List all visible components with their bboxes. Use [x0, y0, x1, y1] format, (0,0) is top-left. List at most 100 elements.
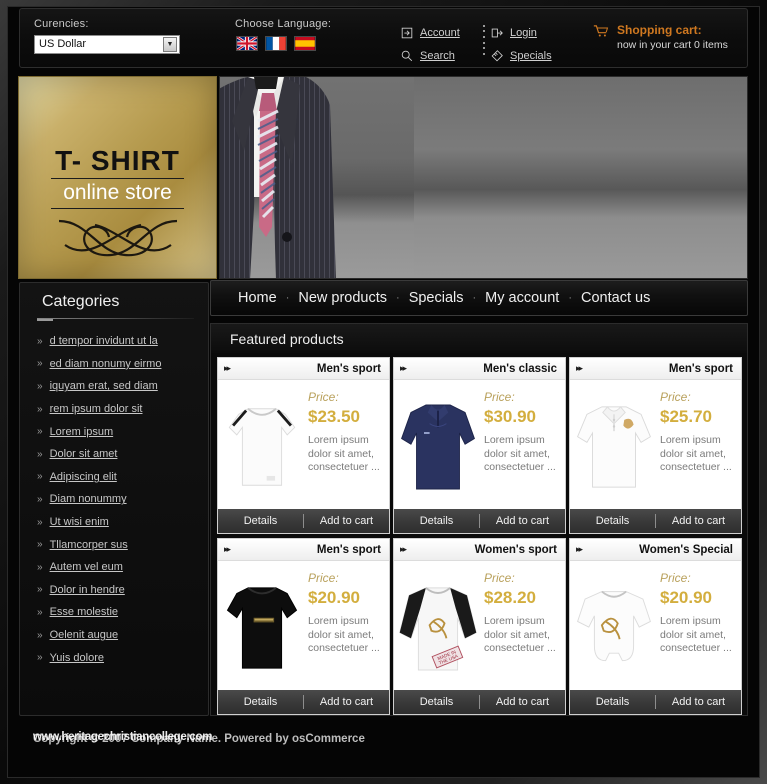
price-label: Price:	[308, 571, 339, 585]
category-item[interactable]: » Yuis dolore	[37, 646, 200, 669]
add-to-cart-button[interactable]: Add to cart	[304, 690, 389, 714]
category-item[interactable]: » d tempor invidunt ut la	[37, 330, 200, 353]
flag-spanish-icon[interactable]	[294, 36, 316, 51]
category-link[interactable]: Tllamcorper sus	[50, 539, 128, 551]
product-card-footer: Details Add to cart	[570, 509, 741, 533]
logo-divider-top	[51, 178, 184, 179]
category-link[interactable]: iquyam erat, sed diam	[50, 380, 158, 392]
chevron-right-icon: »	[37, 561, 43, 573]
add-to-cart-button[interactable]: Add to cart	[304, 509, 389, 533]
product-description: Lorem ipsum dolor sit amet, consectetuer…	[660, 615, 732, 655]
details-button[interactable]: Details	[218, 690, 303, 714]
category-item[interactable]: » Autem vel eum	[37, 556, 200, 579]
site-logo[interactable]: T- SHIRT online store	[18, 76, 217, 279]
category-link[interactable]: d tempor invidunt ut la	[50, 335, 158, 347]
category-item[interactable]: » Dolor sit amet	[37, 443, 200, 466]
category-link[interactable]: Ut wisi enim	[50, 516, 109, 528]
category-item[interactable]: » Lorem ipsum	[37, 420, 200, 443]
category-item[interactable]: » Tllamcorper sus	[37, 533, 200, 556]
product-info: Price: $23.50 Lorem ipsum dolor sit amet, …	[306, 384, 389, 509]
product-title: Men's sport	[316, 362, 381, 375]
login-link-row[interactable]: Login	[490, 21, 552, 44]
nav-item-specials[interactable]: Specials	[400, 290, 473, 306]
product-image[interactable]	[570, 565, 658, 690]
category-link[interactable]: Esse molestie	[50, 606, 118, 618]
product-image[interactable]	[218, 565, 306, 690]
flourish-ornament-icon	[58, 219, 178, 257]
logo-subtitle: online store	[63, 181, 172, 204]
category-item[interactable]: » Ut wisi enim	[37, 511, 200, 534]
category-item[interactable]: » Adipiscing elit	[37, 466, 200, 489]
specials-link[interactable]: Specials	[510, 50, 552, 62]
page-root: Curencies: US Dollar ▼ Choose Language:	[0, 0, 767, 784]
flag-english-icon[interactable]	[236, 36, 258, 51]
add-to-cart-button[interactable]: Add to cart	[656, 690, 741, 714]
sidebar-divider	[37, 318, 194, 319]
add-to-cart-button[interactable]: Add to cart	[480, 690, 565, 714]
add-to-cart-button[interactable]: Add to cart	[480, 509, 565, 533]
category-link[interactable]: Yuis dolore	[50, 652, 104, 664]
category-link[interactable]: Lorem ipsum	[50, 426, 114, 438]
flag-french-icon[interactable]	[265, 36, 287, 51]
product-card-header: ▸▸ Men's sport	[570, 358, 741, 380]
details-button[interactable]: Details	[394, 509, 479, 533]
price-label: Price:	[660, 571, 691, 585]
category-link[interactable]: ed diam nonumy eirmo	[50, 358, 162, 370]
details-button[interactable]: Details	[570, 509, 655, 533]
category-link[interactable]: Oelenit augue	[50, 629, 119, 641]
add-to-cart-button[interactable]: Add to cart	[656, 509, 741, 533]
nav-item-contact-us[interactable]: Contact us	[572, 290, 659, 306]
product-image[interactable]: MADE IN THE USA	[394, 565, 482, 690]
login-link[interactable]: Login	[510, 27, 537, 39]
product-image[interactable]	[570, 384, 658, 509]
double-arrow-icon: ▸▸	[400, 363, 407, 373]
product-card-header: ▸▸ Women's sport	[394, 539, 565, 561]
search-link[interactable]: Search	[420, 50, 455, 62]
category-item[interactable]: » iquyam erat, sed diam	[37, 375, 200, 398]
category-item[interactable]: » ed diam nonumy eirmo	[37, 353, 200, 376]
product-card-body: MADE IN THE USA Price: $28.20 Lorem ipsum do…	[394, 561, 565, 690]
details-button[interactable]: Details	[570, 690, 655, 714]
details-button[interactable]: Details	[218, 509, 303, 533]
category-link[interactable]: Diam nonummy	[50, 493, 127, 505]
details-button[interactable]: Details	[394, 690, 479, 714]
category-item[interactable]: » Dolor in hendre	[37, 579, 200, 602]
category-item[interactable]: » Diam nonummy	[37, 488, 200, 511]
category-item[interactable]: » Oelenit augue	[37, 624, 200, 647]
category-link[interactable]: Dolor in hendre	[50, 584, 125, 596]
chevron-right-icon: »	[37, 584, 43, 596]
account-link-row[interactable]: Account	[400, 21, 460, 44]
product-image[interactable]	[394, 384, 482, 509]
chevron-right-icon: »	[37, 380, 43, 392]
product-info: Price: $20.90 Lorem ipsum dolor sit amet, …	[306, 565, 389, 690]
product-card-header: ▸▸ Women's Special	[570, 539, 741, 561]
category-link[interactable]: Adipiscing elit	[50, 471, 117, 483]
product-image[interactable]	[218, 384, 306, 509]
category-link[interactable]: Dolor sit amet	[50, 448, 118, 460]
search-link-row[interactable]: Search	[400, 44, 460, 67]
product-card-body: Price: $23.50 Lorem ipsum dolor sit amet, …	[218, 380, 389, 509]
account-link[interactable]: Account	[420, 27, 460, 39]
category-link[interactable]: rem ipsum dolor sit	[50, 403, 143, 415]
product-title: Women's sport	[474, 543, 557, 556]
nav-item-new-products[interactable]: New products	[289, 290, 396, 306]
currency-select[interactable]: US Dollar	[34, 35, 180, 54]
product-card-body: Price: $20.90 Lorem ipsum dolor sit amet, …	[570, 561, 741, 690]
product-description: Lorem ipsum dolor sit amet, consectetuer…	[308, 434, 380, 474]
logo-title: T- SHIRT	[55, 145, 180, 176]
product-info: Price: $30.90 Lorem ipsum dolor sit amet, …	[482, 384, 565, 509]
category-item[interactable]: » rem ipsum dolor sit	[37, 398, 200, 421]
product-row: ▸▸ Men's sport Price: $23.50 Lorem ipsum dol…	[215, 353, 745, 534]
product-card-footer: Details Add to cart	[394, 690, 565, 714]
double-arrow-icon: ▸▸	[576, 363, 583, 373]
category-link[interactable]: Autem vel eum	[50, 561, 123, 573]
nav-item-home[interactable]: Home	[229, 290, 286, 306]
category-item[interactable]: » Esse molestie	[37, 601, 200, 624]
shopping-cart-block[interactable]: Shopping cart: now in your cart 0 items	[593, 23, 757, 51]
product-card-footer: Details Add to cart	[394, 509, 565, 533]
specials-link-row[interactable]: Specials	[490, 44, 552, 67]
product-card-footer: Details Add to cart	[218, 509, 389, 533]
product-card-body: Price: $20.90 Lorem ipsum dolor sit amet, …	[218, 561, 389, 690]
nav-item-my-account[interactable]: My account	[476, 290, 568, 306]
page-footer: Copyright © 2007 Company Name. Powered b…	[19, 722, 748, 768]
